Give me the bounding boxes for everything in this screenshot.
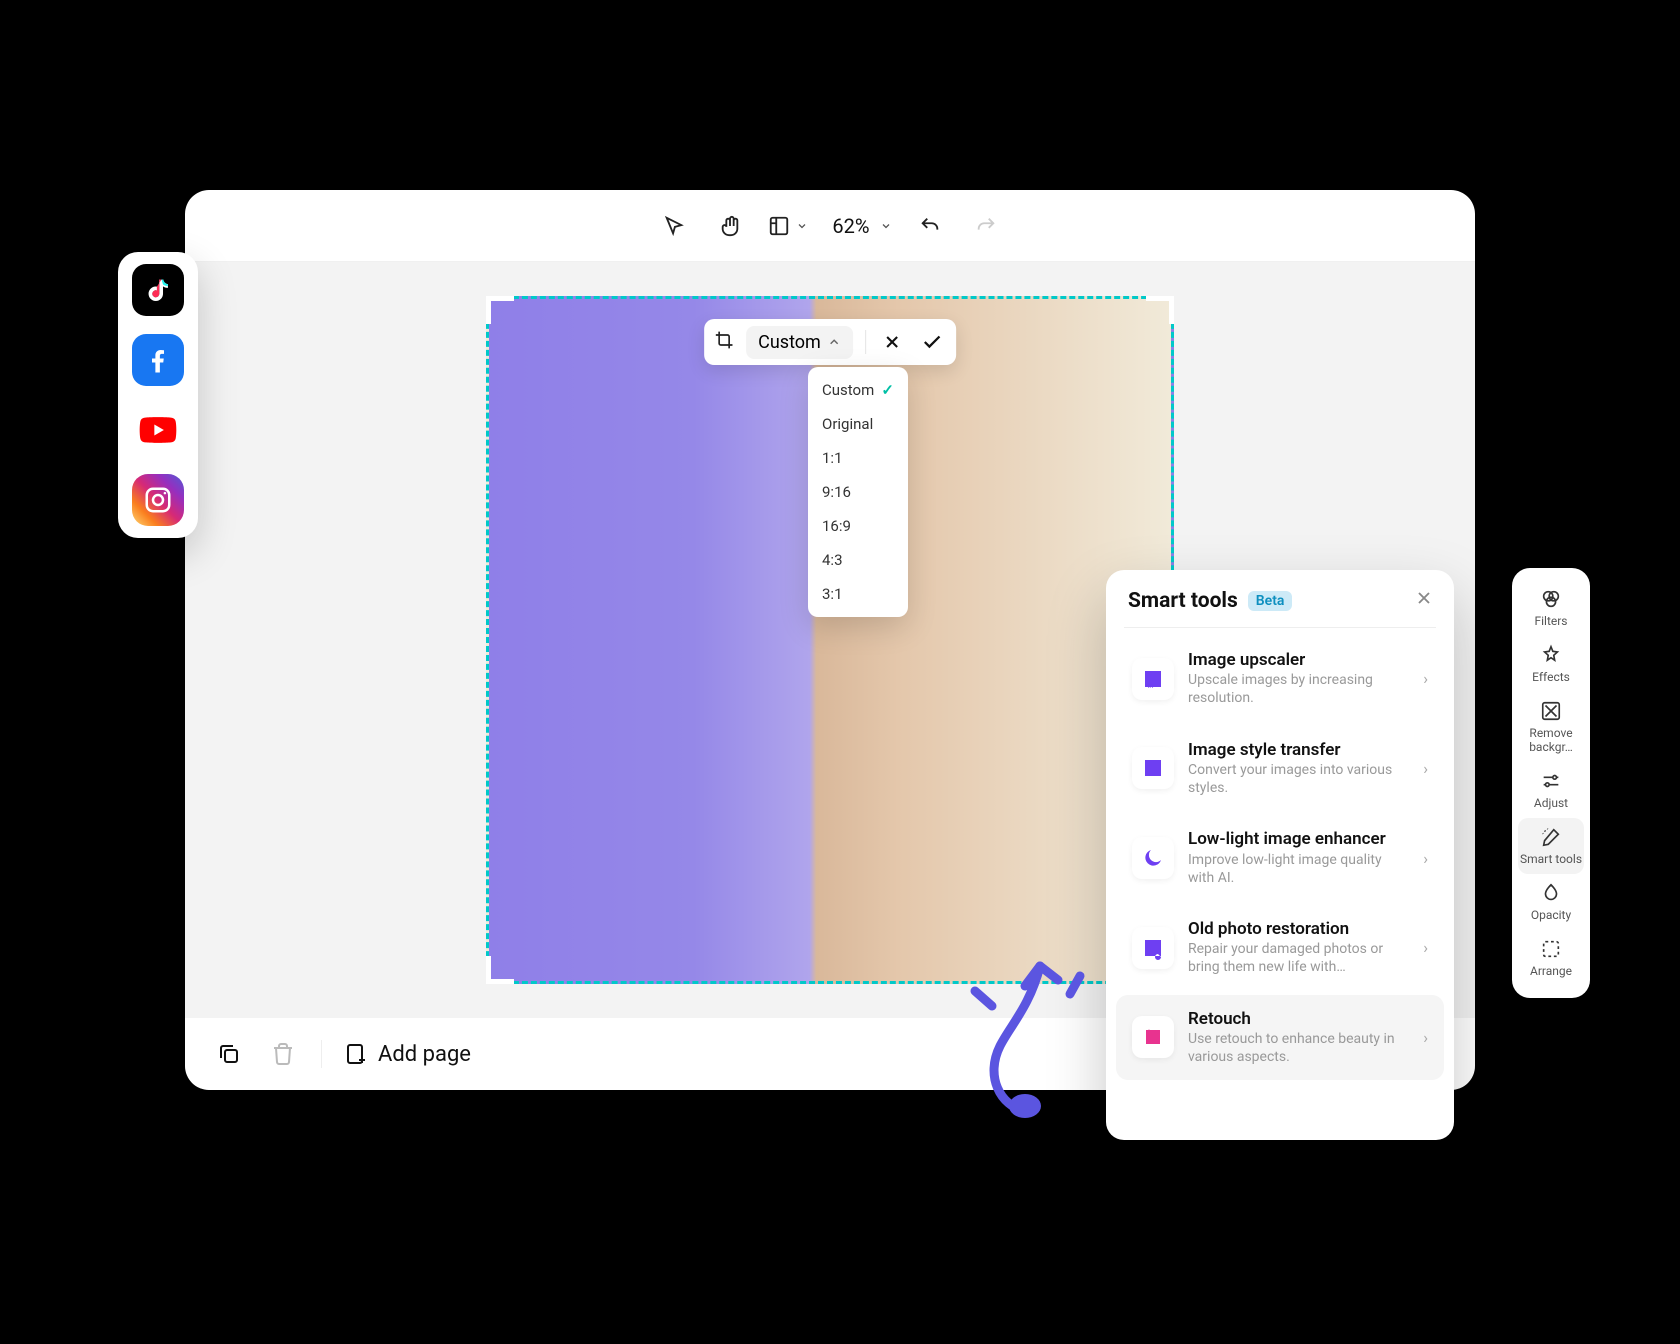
- delete-page-button[interactable]: [267, 1038, 299, 1070]
- restore-icon: [1132, 927, 1174, 969]
- chevron-right-icon: ›: [1423, 669, 1428, 688]
- crop-handle-bl[interactable]: [486, 956, 514, 984]
- filters-icon: [1540, 588, 1562, 610]
- zoom-dropdown[interactable]: 62%: [828, 214, 891, 238]
- adjust-icon: [1540, 770, 1562, 792]
- close-panel-button[interactable]: [1414, 588, 1434, 613]
- tool-old-photo-restoration[interactable]: Old photo restoration Repair your damage…: [1116, 905, 1444, 991]
- rail-smart-tools[interactable]: Smart tools: [1518, 818, 1584, 874]
- beta-badge: Beta: [1248, 591, 1293, 611]
- divider: [865, 330, 866, 354]
- ratio-option-custom[interactable]: Custom✓: [808, 373, 908, 407]
- remove-bg-icon: [1540, 700, 1562, 722]
- undo-button[interactable]: [912, 208, 948, 244]
- smart-tools-icon: [1540, 826, 1562, 848]
- tool-retouch[interactable]: Retouch Use retouch to enhance beauty in…: [1116, 995, 1444, 1081]
- crop-confirm[interactable]: [918, 328, 946, 356]
- crop-frame[interactable]: Custom Custom✓ Original 1:1 9:16: [486, 296, 1174, 984]
- youtube-button[interactable]: [132, 404, 184, 456]
- ratio-option-9-16[interactable]: 9:16: [808, 475, 908, 509]
- layout-dropdown[interactable]: [768, 215, 808, 237]
- ratio-option-3-1[interactable]: 3:1: [808, 577, 908, 611]
- chevron-right-icon: ›: [1423, 938, 1428, 957]
- crop-handle-tl[interactable]: [486, 296, 514, 324]
- ratio-option-original[interactable]: Original: [808, 407, 908, 441]
- zoom-value: 62%: [828, 214, 873, 238]
- chevron-right-icon: ›: [1423, 759, 1428, 778]
- duplicate-page-button[interactable]: [213, 1038, 245, 1070]
- rail-filters[interactable]: Filters: [1518, 580, 1584, 636]
- tiktok-button[interactable]: [132, 264, 184, 316]
- crop-ratio-dropdown[interactable]: Custom: [746, 326, 853, 359]
- rail-effects[interactable]: Effects: [1518, 636, 1584, 692]
- crop-ratio-menu: Custom✓ Original 1:1 9:16 16:9 4:3 3:1: [808, 367, 908, 617]
- divider: [1124, 627, 1436, 628]
- rail-adjust[interactable]: Adjust: [1518, 762, 1584, 818]
- rail-arrange[interactable]: Arrange: [1518, 930, 1584, 986]
- instagram-button[interactable]: [132, 474, 184, 526]
- social-share-strip: [118, 252, 198, 538]
- check-icon: ✓: [881, 381, 894, 399]
- divider: [321, 1040, 322, 1068]
- add-page-button[interactable]: Add page: [344, 1042, 471, 1067]
- arrange-icon: [1540, 938, 1562, 960]
- right-tool-rail: Filters Effects Remove backgr… Adjust Sm…: [1512, 568, 1590, 998]
- redo-button[interactable]: [968, 208, 1004, 244]
- crop-controls: Custom: [704, 319, 956, 365]
- ratio-option-1-1[interactable]: 1:1: [808, 441, 908, 475]
- low-light-icon: [1132, 837, 1174, 879]
- tool-low-light-enhancer[interactable]: Low-light image enhancer Improve low‑lig…: [1116, 815, 1444, 901]
- tool-image-upscaler[interactable]: 4K Image upscaler Upscale images by incr…: [1116, 636, 1444, 722]
- tool-style-transfer[interactable]: Image style transfer Convert your images…: [1116, 726, 1444, 812]
- pointer-tool[interactable]: [656, 208, 692, 244]
- upscale-icon: 4K: [1132, 658, 1174, 700]
- add-page-label: Add page: [378, 1042, 471, 1067]
- smart-tools-panel: Smart tools Beta 4K Image upscaler Upsca…: [1106, 570, 1454, 1140]
- facebook-button[interactable]: [132, 334, 184, 386]
- smart-tools-header: Smart tools Beta: [1106, 570, 1454, 627]
- svg-text:4K: 4K: [1146, 683, 1153, 690]
- retouch-icon: [1132, 1016, 1174, 1058]
- ratio-option-4-3[interactable]: 4:3: [808, 543, 908, 577]
- chevron-right-icon: ›: [1423, 1028, 1428, 1047]
- effects-icon: [1540, 644, 1562, 666]
- editor-toolbar: 62%: [185, 190, 1475, 262]
- opacity-icon: [1540, 882, 1562, 904]
- crop-icon: [714, 330, 734, 354]
- hand-tool[interactable]: [712, 208, 748, 244]
- style-transfer-icon: [1132, 747, 1174, 789]
- ratio-option-16-9[interactable]: 16:9: [808, 509, 908, 543]
- crop-ratio-selected: Custom: [758, 332, 821, 353]
- rail-remove-bg[interactable]: Remove backgr…: [1518, 692, 1584, 762]
- rail-opacity[interactable]: Opacity: [1518, 874, 1584, 930]
- smart-tools-title: Smart tools: [1128, 589, 1238, 613]
- crop-cancel[interactable]: [878, 328, 906, 356]
- chevron-right-icon: ›: [1423, 849, 1428, 868]
- crop-handle-tr[interactable]: [1146, 296, 1174, 324]
